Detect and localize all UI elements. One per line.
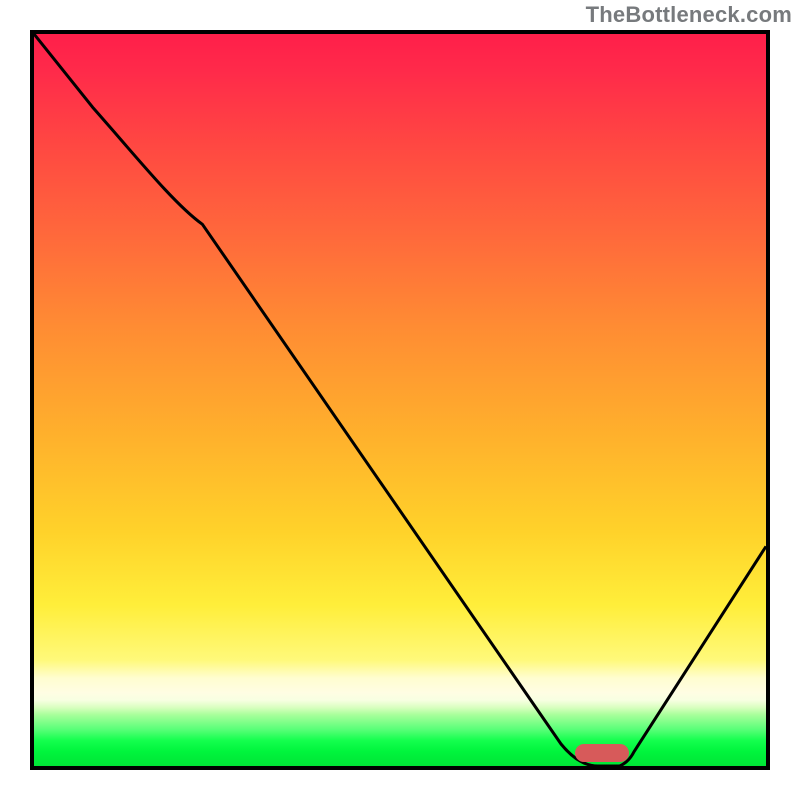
plot-box	[30, 30, 770, 770]
chart-root: TheBottleneck.com	[0, 0, 800, 800]
gradient-background	[34, 34, 766, 766]
watermark-label: TheBottleneck.com	[586, 2, 792, 28]
trough-marker	[575, 744, 629, 762]
